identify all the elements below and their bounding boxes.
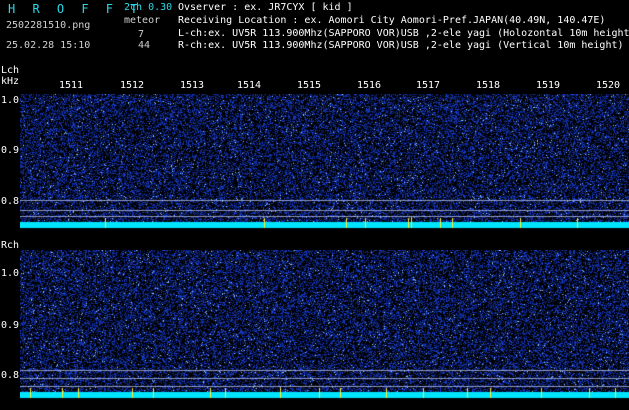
- observer-info: Ovserver : ex. JR7CYX [ kid ]: [178, 2, 353, 13]
- image-filename: 2502281510.png: [6, 20, 91, 31]
- lch-y-tick: 0.9: [1, 145, 20, 156]
- lch-receiver-info: L-ch:ex. UV5R 113.900Mhz(SAPPORO VOR)USB…: [178, 28, 629, 39]
- rch-channel-label: Rch: [1, 240, 20, 251]
- time-tick: 1520: [596, 80, 621, 91]
- rch-receiver-info: R-ch:ex. UV5R 113.900Mhz(SAPPORO VOR)USB…: [178, 40, 624, 51]
- rch-spectrogram: [20, 250, 629, 410]
- lch-spectrogram-canvas: [20, 94, 629, 232]
- time-tick: 1514: [237, 80, 262, 91]
- capture-timestamp: 25.02.28 15:10: [6, 40, 91, 51]
- time-tick: 1513: [180, 80, 205, 91]
- time-tick: 1517: [416, 80, 441, 91]
- time-tick: 1512: [120, 80, 145, 91]
- meteor-count-rch: 44: [138, 40, 151, 51]
- app-logo: H R O F F T: [8, 2, 143, 16]
- time-tick: 1518: [476, 80, 501, 91]
- meteor-count-label: meteor: [124, 15, 161, 26]
- lch-y-tick: 1.0: [1, 95, 20, 106]
- time-tick: 1511: [59, 80, 84, 91]
- rch-y-tick: 0.9: [1, 320, 20, 331]
- lch-unit-label: kHz: [1, 76, 20, 87]
- time-tick: 1516: [357, 80, 382, 91]
- version-label: 2ch 0.30: [124, 2, 173, 13]
- meteor-count-lch: 7: [138, 29, 145, 40]
- lch-y-tick: 0.8: [1, 196, 20, 207]
- lch-spectrogram: [20, 94, 629, 232]
- rch-spectrogram-canvas: [20, 250, 629, 410]
- time-tick: 1519: [536, 80, 561, 91]
- lch-channel-label: Lch: [1, 65, 20, 76]
- location-info: Receiving Location : ex. Aomori City Aom…: [178, 15, 606, 26]
- time-tick: 1515: [297, 80, 322, 91]
- rch-y-tick: 0.8: [1, 370, 20, 381]
- rch-y-tick: 1.0: [1, 268, 20, 279]
